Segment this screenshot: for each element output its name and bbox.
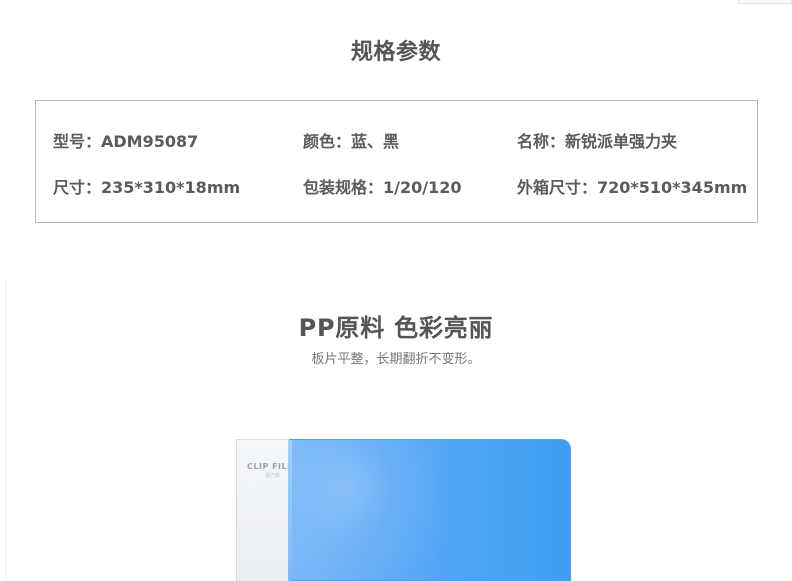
file-spine: CLIP FILE 强力夹	[236, 439, 294, 581]
top-right-tab	[738, 0, 792, 4]
spec-carton-size-value: 720*510*345mm	[597, 178, 748, 197]
spec-carton-size-label: 外箱尺寸：	[517, 178, 598, 197]
spine-text: CLIP FILE	[247, 462, 294, 471]
spec-color: 颜色：蓝、黑	[303, 132, 399, 152]
spec-carton-size: 外箱尺寸：720*510*345mm	[517, 178, 747, 198]
spec-name: 名称：新锐派单强力夹	[517, 132, 677, 152]
cover-shine	[290, 440, 570, 580]
spec-model: 型号：ADM95087	[53, 132, 198, 152]
spec-model-value: ADM95087	[101, 132, 199, 151]
specifications-table: 型号：ADM95087 颜色：蓝、黑 名称：新锐派单强力夹 尺寸：235*310…	[35, 100, 758, 223]
blue-file-cover	[288, 439, 571, 581]
spec-packaging-label: 包装规格：	[303, 178, 384, 197]
material-title: PP原料 色彩亮丽	[298, 314, 494, 342]
spine-subtext: 强力夹	[265, 473, 281, 479]
spec-color-label: 颜色：	[303, 132, 352, 151]
spec-packaging-value: 1/20/120	[383, 178, 462, 197]
specifications-title: 规格参数	[350, 40, 441, 65]
product-image: CLIP FILE 强力夹	[236, 439, 573, 581]
spec-name-value: 新锐派单强力夹	[565, 132, 678, 151]
spec-model-label: 型号：	[53, 132, 102, 151]
spec-size-label: 尺寸：	[53, 178, 102, 197]
spec-name-label: 名称：	[517, 132, 566, 151]
spec-packaging: 包装规格：1/20/120	[303, 178, 462, 198]
spec-size-value: 235*310*18mm	[101, 178, 241, 197]
spec-size: 尺寸：235*310*18mm	[53, 178, 240, 198]
spec-color-value: 蓝、黑	[351, 132, 400, 151]
material-subtitle: 板片平整，长期翻折不变形。	[311, 352, 481, 367]
